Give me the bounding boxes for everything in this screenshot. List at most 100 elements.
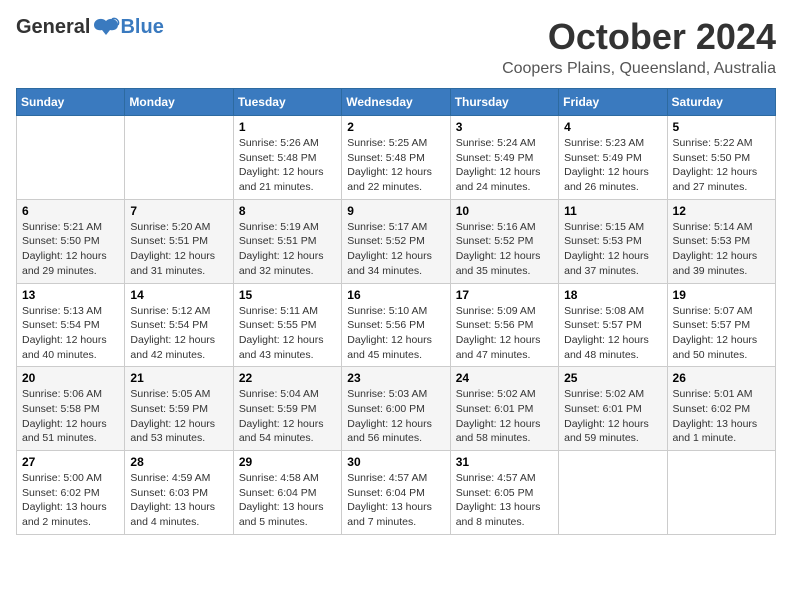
calendar-cell: 16 Sunrise: 5:10 AM Sunset: 5:56 PM Dayli… [342, 283, 450, 367]
day-number: 6 [22, 204, 119, 218]
calendar-cell: 1Sunrise: 5:26 AM Sunset: 5:48 PM Daylig… [233, 116, 341, 200]
calendar-cell: 27Sunrise: 5:00 AM Sunset: 6:02 PM Dayli… [17, 451, 125, 535]
day-number: 21 [130, 371, 227, 385]
day-info: Sunrise: 5:24 AM Sunset: 5:49 PM Dayligh… [456, 136, 553, 195]
day-number: 22 [239, 371, 336, 385]
day-number: 29 [239, 455, 336, 469]
day-number: 1 [239, 120, 336, 134]
day-info: Sunrise: 5:03 AM Sunset: 6:00 PM Dayligh… [347, 387, 444, 446]
header: General Blue October 2024 Coopers Plains… [16, 16, 776, 78]
logo-text: General Blue [16, 16, 164, 39]
day-number: 18 [564, 288, 661, 302]
day-number: 12 [673, 204, 770, 218]
day-info: Sunrise: 5:21 AM Sunset: 5:50 PM Dayligh… [22, 220, 119, 279]
day-info: Sunrise: 5:10 AM Sunset: 5:56 PM Dayligh… [347, 304, 444, 363]
day-info: Sunrise: 5:01 AM Sunset: 6:02 PM Dayligh… [673, 387, 770, 446]
calendar-cell: 4Sunrise: 5:23 AM Sunset: 5:49 PM Daylig… [559, 116, 667, 200]
calendar-week-row: 13Sunrise: 5:13 AM Sunset: 5:54 PM Dayli… [17, 283, 776, 367]
calendar-week-row: 27Sunrise: 5:00 AM Sunset: 6:02 PM Dayli… [17, 451, 776, 535]
day-info: Sunrise: 5:04 AM Sunset: 5:59 PM Dayligh… [239, 387, 336, 446]
day-info: Sunrise: 5:22 AM Sunset: 5:50 PM Dayligh… [673, 136, 770, 195]
calendar-cell: 25 Sunrise: 5:02 AM Sunset: 6:01 PM Dayli… [559, 367, 667, 451]
logo-blue: Blue [120, 16, 163, 39]
day-info: Sunrise: 5:12 AM Sunset: 5:54 PM Dayligh… [130, 304, 227, 363]
calendar-cell: 26 Sunrise: 5:01 AM Sunset: 6:02 PM Dayli… [667, 367, 775, 451]
day-number: 2 [347, 120, 444, 134]
day-number: 15 [239, 288, 336, 302]
day-number: 28 [130, 455, 227, 469]
calendar-cell [125, 116, 233, 200]
day-info: Sunrise: 5:00 AM Sunset: 6:02 PM Dayligh… [22, 471, 119, 530]
day-number: 11 [564, 204, 661, 218]
weekday-header-sunday: Sunday [17, 89, 125, 116]
calendar-cell: 30Sunrise: 4:57 AM Sunset: 6:04 PM Dayli… [342, 451, 450, 535]
day-number: 16 [347, 288, 444, 302]
calendar-cell: 10 Sunrise: 5:16 AM Sunset: 5:52 PM Dayli… [450, 199, 558, 283]
title-area: October 2024 Coopers Plains, Queensland,… [502, 16, 776, 78]
day-number: 25 [564, 371, 661, 385]
calendar-cell: 20 Sunrise: 5:06 AM Sunset: 5:58 PM Dayli… [17, 367, 125, 451]
day-info: Sunrise: 5:15 AM Sunset: 5:53 PM Dayligh… [564, 220, 661, 279]
calendar-cell: 7 Sunrise: 5:20 AM Sunset: 5:51 PM Daylig… [125, 199, 233, 283]
calendar-cell: 28 Sunrise: 4:59 AM Sunset: 6:03 PM Dayli… [125, 451, 233, 535]
calendar-cell: 21Sunrise: 5:05 AM Sunset: 5:59 PM Dayli… [125, 367, 233, 451]
calendar-cell: 15Sunrise: 5:11 AM Sunset: 5:55 PM Dayli… [233, 283, 341, 367]
calendar-cell [667, 451, 775, 535]
day-info: Sunrise: 5:02 AM Sunset: 6:01 PM Dayligh… [564, 387, 661, 446]
day-info: Sunrise: 5:07 AM Sunset: 5:57 PM Dayligh… [673, 304, 770, 363]
day-number: 4 [564, 120, 661, 134]
calendar-cell: 17Sunrise: 5:09 AM Sunset: 5:56 PM Dayli… [450, 283, 558, 367]
day-info: Sunrise: 5:14 AM Sunset: 5:53 PM Dayligh… [673, 220, 770, 279]
calendar-cell: 19 Sunrise: 5:07 AM Sunset: 5:57 PM Dayli… [667, 283, 775, 367]
weekday-header-thursday: Thursday [450, 89, 558, 116]
calendar-cell: 24Sunrise: 5:02 AM Sunset: 6:01 PM Dayli… [450, 367, 558, 451]
day-number: 8 [239, 204, 336, 218]
day-info: Sunrise: 5:16 AM Sunset: 5:52 PM Dayligh… [456, 220, 553, 279]
day-info: Sunrise: 5:19 AM Sunset: 5:51 PM Dayligh… [239, 220, 336, 279]
day-number: 20 [22, 371, 119, 385]
calendar-cell: 2 Sunrise: 5:25 AM Sunset: 5:48 PM Daylig… [342, 116, 450, 200]
month-title: October 2024 [502, 16, 776, 58]
calendar-cell: 6 Sunrise: 5:21 AM Sunset: 5:50 PM Daylig… [17, 199, 125, 283]
day-info: Sunrise: 5:25 AM Sunset: 5:48 PM Dayligh… [347, 136, 444, 195]
day-number: 9 [347, 204, 444, 218]
weekday-header-tuesday: Tuesday [233, 89, 341, 116]
calendar-cell: 13Sunrise: 5:13 AM Sunset: 5:54 PM Dayli… [17, 283, 125, 367]
calendar-cell: 8 Sunrise: 5:19 AM Sunset: 5:51 PM Daylig… [233, 199, 341, 283]
day-info: Sunrise: 5:17 AM Sunset: 5:52 PM Dayligh… [347, 220, 444, 279]
calendar-cell: 12 Sunrise: 5:14 AM Sunset: 5:53 PM Dayli… [667, 199, 775, 283]
weekday-header-saturday: Saturday [667, 89, 775, 116]
weekday-header-wednesday: Wednesday [342, 89, 450, 116]
logo-general: General [16, 16, 90, 39]
day-info: Sunrise: 5:06 AM Sunset: 5:58 PM Dayligh… [22, 387, 119, 446]
day-number: 19 [673, 288, 770, 302]
day-number: 7 [130, 204, 227, 218]
day-info: Sunrise: 4:57 AM Sunset: 6:04 PM Dayligh… [347, 471, 444, 530]
day-number: 26 [673, 371, 770, 385]
calendar-cell: 29Sunrise: 4:58 AM Sunset: 6:04 PM Dayli… [233, 451, 341, 535]
calendar-week-row: 20 Sunrise: 5:06 AM Sunset: 5:58 PM Dayli… [17, 367, 776, 451]
day-number: 14 [130, 288, 227, 302]
day-info: Sunrise: 5:09 AM Sunset: 5:56 PM Dayligh… [456, 304, 553, 363]
calendar-cell: 23Sunrise: 5:03 AM Sunset: 6:00 PM Dayli… [342, 367, 450, 451]
calendar-cell: 3 Sunrise: 5:24 AM Sunset: 5:49 PM Daylig… [450, 116, 558, 200]
calendar-cell: 22 Sunrise: 5:04 AM Sunset: 5:59 PM Dayli… [233, 367, 341, 451]
day-number: 5 [673, 120, 770, 134]
day-info: Sunrise: 4:57 AM Sunset: 6:05 PM Dayligh… [456, 471, 553, 530]
day-info: Sunrise: 5:20 AM Sunset: 5:51 PM Dayligh… [130, 220, 227, 279]
calendar-cell [559, 451, 667, 535]
day-number: 31 [456, 455, 553, 469]
logo-bird-icon [92, 17, 120, 39]
calendar-cell: 11 Sunrise: 5:15 AM Sunset: 5:53 PM Dayli… [559, 199, 667, 283]
day-number: 3 [456, 120, 553, 134]
calendar-cell: 5 Sunrise: 5:22 AM Sunset: 5:50 PM Daylig… [667, 116, 775, 200]
location-title: Coopers Plains, Queensland, Australia [502, 60, 776, 78]
weekday-header-row: SundayMondayTuesdayWednesdayThursdayFrid… [17, 89, 776, 116]
calendar-week-row: 6 Sunrise: 5:21 AM Sunset: 5:50 PM Daylig… [17, 199, 776, 283]
calendar-cell: 14 Sunrise: 5:12 AM Sunset: 5:54 PM Dayli… [125, 283, 233, 367]
calendar-cell [17, 116, 125, 200]
day-number: 10 [456, 204, 553, 218]
calendar-week-row: 1Sunrise: 5:26 AM Sunset: 5:48 PM Daylig… [17, 116, 776, 200]
day-info: Sunrise: 4:59 AM Sunset: 6:03 PM Dayligh… [130, 471, 227, 530]
logo: General Blue [16, 16, 164, 39]
